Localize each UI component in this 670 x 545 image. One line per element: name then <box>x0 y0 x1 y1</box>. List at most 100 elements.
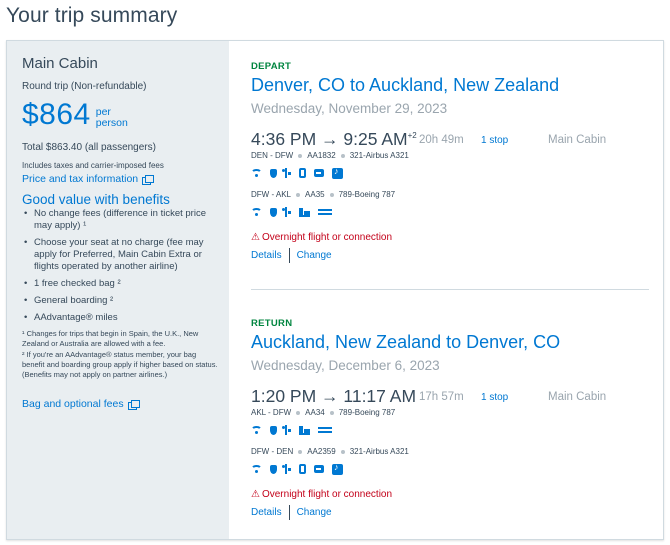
benefit-item: 1 free checked bag ² <box>22 278 219 290</box>
separator-dot <box>298 449 303 454</box>
wifi-icon[interactable] <box>251 208 262 216</box>
total-price: Total $863.40 (all passengers) <box>22 142 156 153</box>
wifi-icon[interactable] <box>251 169 262 177</box>
flight-leg: DEN - DFW AA1832 321-Airbus A321 <box>251 151 651 160</box>
amenities-row <box>251 206 651 218</box>
return-times: 1:20 PM → 11:17 AM <box>251 386 417 406</box>
return-label: RETURN <box>251 318 293 329</box>
shield-icon[interactable] <box>270 425 277 435</box>
wifi-icon[interactable] <box>251 426 262 434</box>
action-separator <box>288 248 290 263</box>
depart-stops-link[interactable]: 1 stop <box>481 135 508 146</box>
benefit-item: Choose your seat at no charge (fee may a… <box>22 237 219 273</box>
footnote-2: ² If you're an AAdvantage® status member… <box>22 350 218 379</box>
leg-aircraft: 789-Boeing 787 <box>338 190 396 199</box>
benefit-item: General boarding ² <box>22 295 219 307</box>
screen-icon[interactable] <box>314 465 324 473</box>
depart-label: DEPART <box>251 61 292 72</box>
price-tax-link[interactable]: Price and tax information <box>22 173 219 185</box>
warning-icon: ⚠ <box>251 489 260 500</box>
depart-change-link[interactable]: Change <box>297 250 332 261</box>
leg-flight-number: AA35 <box>305 190 325 199</box>
depart-times-text: 4:36 PM → 9:25 AM <box>251 129 408 149</box>
return-date: Wednesday, December 6, 2023 <box>251 358 440 373</box>
return-duration: 17h 57m <box>419 391 464 403</box>
separator-dot <box>329 192 334 197</box>
wifi-icon[interactable] <box>251 465 262 473</box>
separator-dot <box>296 410 301 415</box>
bed-icon[interactable] <box>299 425 310 435</box>
return-segment: RETURN Auckland, New Zealand to Denver, … <box>251 318 651 520</box>
return-route: Auckland, New Zealand to Denver, CO <box>251 332 561 352</box>
bag-fees-link[interactable]: Bag and optional fees <box>22 398 219 410</box>
depart-route: Denver, CO to Auckland, New Zealand <box>251 75 560 95</box>
page-title: Your trip summary <box>6 4 178 27</box>
includes-fees: Includes taxes and carrier-imposed fees <box>22 161 164 170</box>
separator-dot <box>298 153 303 158</box>
lie-flat-icon[interactable] <box>318 209 332 215</box>
screen-icon[interactable] <box>314 169 324 177</box>
per-person: per person <box>96 107 128 129</box>
bed-icon[interactable] <box>299 207 310 217</box>
fare-summary-panel: Main Cabin Round trip (Non-refundable) $… <box>7 41 229 539</box>
overnight-text: Overnight flight or connection <box>261 232 393 243</box>
leg-flight-number: AA34 <box>305 408 325 417</box>
power-icon[interactable] <box>299 168 306 178</box>
return-change-link[interactable]: Change <box>297 507 332 518</box>
depart-times-row: 4:36 PM → 9:25 AM+2 20h 49m 1 stop Main … <box>251 129 651 150</box>
depart-times: 4:36 PM → 9:25 AM+2 <box>251 129 417 150</box>
warning-icon: ⚠ <box>251 232 260 243</box>
benefits-title: Good value with benefits <box>22 192 170 207</box>
return-details-link[interactable]: Details <box>251 507 282 518</box>
media-icon[interactable] <box>332 462 343 475</box>
price-tax-link-label: Price and tax information <box>22 173 139 185</box>
leg-flight-number: AA2359 <box>307 447 336 456</box>
depart-actions: Details Change <box>251 248 651 263</box>
shield-icon[interactable] <box>270 207 277 217</box>
media-icon[interactable] <box>332 166 343 179</box>
usb-icon[interactable] <box>282 425 291 435</box>
amenities-row <box>251 424 651 436</box>
footnote-1: ¹ Changes for trips that begin in Spain,… <box>22 329 199 348</box>
leg-aircraft: 789-Boeing 787 <box>338 408 396 417</box>
amenities-row <box>251 166 651 179</box>
return-times-row: 1:20 PM → 11:17 AM 17h 57m 1 stop Main C… <box>251 386 651 407</box>
price-row: $864 per person <box>22 99 219 131</box>
depart-details-link[interactable]: Details <box>251 250 282 261</box>
separator-dot <box>340 153 345 158</box>
shield-icon[interactable] <box>270 168 277 178</box>
return-stops-link[interactable]: 1 stop <box>481 392 508 403</box>
person-label: person <box>95 117 128 129</box>
leg-flight-number: AA1832 <box>307 151 336 160</box>
depart-segment: DEPART Denver, CO to Auckland, New Zeala… <box>251 61 651 263</box>
power-icon[interactable] <box>299 464 306 474</box>
flight-leg: DFW - DEN AA2359 321-Airbus A321 <box>251 447 651 456</box>
leg-route: DEN - DFW <box>251 151 294 160</box>
depart-cabin: Main Cabin <box>548 134 607 146</box>
overnight-warning: ⚠ Overnight flight or connection <box>251 489 651 500</box>
flight-leg: DFW - AKL AA35 789-Boeing 787 <box>251 190 651 199</box>
leg-route: DFW - DEN <box>251 447 294 456</box>
bag-fees-link-label: Bag and optional fees <box>22 398 124 410</box>
separator-dot <box>329 410 334 415</box>
usb-icon[interactable] <box>282 207 291 217</box>
benefits-list: No change fees (difference in ticket pri… <box>22 208 219 324</box>
shield-icon[interactable] <box>270 464 277 474</box>
leg-aircraft: 321-Airbus A321 <box>349 447 409 456</box>
leg-route: AKL - DFW <box>251 408 292 417</box>
flight-leg: AKL - DFW AA34 789-Boeing 787 <box>251 408 651 417</box>
segment-divider <box>251 289 649 290</box>
benefit-item: No change fees (difference in ticket pri… <box>22 208 219 232</box>
action-separator <box>288 505 290 520</box>
overnight-warning: ⚠ Overnight flight or connection <box>251 232 651 243</box>
external-link-icon <box>142 174 155 185</box>
overnight-text: Overnight flight or connection <box>261 489 393 500</box>
usb-icon[interactable] <box>282 168 291 178</box>
trip-type: Round trip (Non-refundable) <box>22 81 147 92</box>
usb-icon[interactable] <box>282 464 291 474</box>
depart-date: Wednesday, November 29, 2023 <box>251 101 448 116</box>
external-link-icon <box>127 399 140 410</box>
lie-flat-icon[interactable] <box>318 427 332 433</box>
price: $864 <box>22 98 91 131</box>
trip-summary-card: Main Cabin Round trip (Non-refundable) $… <box>6 40 664 540</box>
